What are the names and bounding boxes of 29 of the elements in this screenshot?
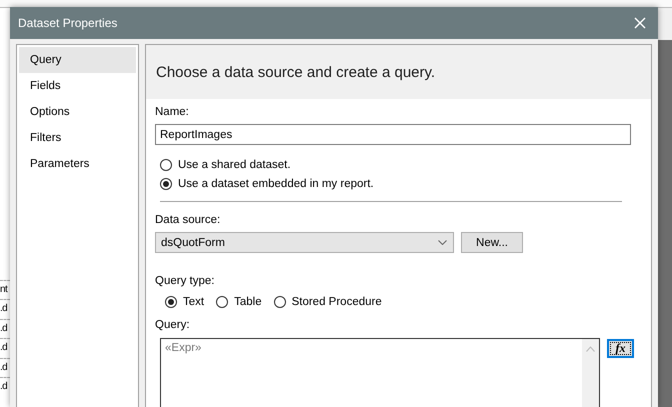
sidebar-item[interactable]: Filters [19,125,136,151]
page-heading: Choose a data source and create a query. [156,64,436,80]
option-label: Use a dataset embedded in my report. [178,178,374,190]
query-field[interactable]: «Expr» [160,338,600,407]
data-source-label: Data source: [155,213,222,227]
query-type-label: Query type: [155,274,216,288]
option-label: Table [234,296,262,308]
data-source-dropdown[interactable]: dsQuotForm [155,232,454,253]
sidebar-item[interactable]: Parameters [19,151,136,177]
option-label: Text [183,296,204,308]
radio-button[interactable] [216,296,228,308]
expression-button[interactable]: fx [607,339,634,358]
radio-button[interactable] [160,159,172,171]
sidebar-item[interactable]: Fields [19,73,136,99]
name-field[interactable]: ReportImages [155,124,631,145]
window-title: Dataset Properties [18,16,118,30]
radio-button[interactable] [160,178,172,190]
new-button[interactable]: New... [461,232,523,253]
query-label: Query: [155,318,191,332]
option-label: Use a shared dataset. [178,159,291,171]
radio-button[interactable] [274,296,286,308]
sidebar-item[interactable]: Options [19,99,136,125]
name-label: Name: [155,105,190,119]
close-icon[interactable] [634,17,646,29]
caret-icon [586,346,595,352]
radio-button[interactable] [165,296,177,308]
sidebar-item[interactable]: Query [19,47,136,73]
chevron-icon [438,240,447,245]
option-label: Stored Procedure [292,296,382,308]
